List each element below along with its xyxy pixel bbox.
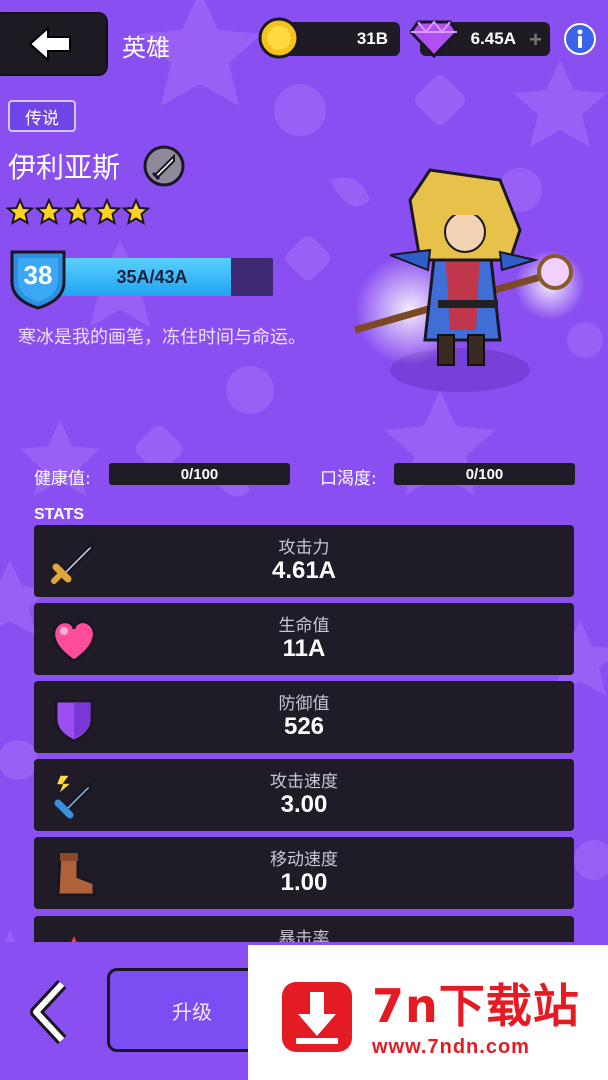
stat-card-move-speed: 移动速度 1.00 [34, 837, 574, 909]
gem-amount: 6.45A [470, 29, 516, 48]
stat-value: 4.61A [271, 557, 337, 584]
stat-value: 1.00 [280, 869, 328, 896]
download-logo-icon [282, 982, 352, 1052]
rarity-badge: 传说 [8, 100, 76, 132]
stat-label: 暴击率 [278, 929, 330, 942]
hero-level: 38 [23, 259, 53, 290]
stat-label: 攻击力 [278, 538, 330, 558]
watermark-brand: 7n下载站 [372, 979, 580, 1033]
stat-card-attack-speed: 攻击速度 3.00 [34, 759, 574, 831]
health-bar: 0/100 [109, 463, 290, 485]
coin-icon [258, 17, 300, 59]
hero-name: 伊利亚斯 [8, 151, 121, 184]
watermark-url: www.7ndn.com [372, 1036, 530, 1058]
info-icon[interactable] [563, 22, 597, 56]
stat-value: 526 [283, 713, 325, 740]
thirst-value: 0/100 [465, 465, 504, 483]
thirst-label: 口渴度: [320, 469, 377, 489]
hero-description: 寒冰是我的画笔，冻住时间与命运。 [18, 327, 306, 348]
star-icon [93, 198, 121, 226]
stat-value: 3.00 [280, 791, 328, 818]
add-gems-icon[interactable]: + [529, 27, 542, 53]
stat-label: 攻击速度 [270, 772, 338, 792]
stat-label: 防御值 [278, 694, 330, 714]
stat-card-health: 生命值 11A [34, 603, 574, 675]
coin-amount: 31B [356, 29, 388, 48]
health-label: 健康值: [34, 469, 91, 489]
thirst-bar: 0/100 [394, 463, 575, 485]
xp-text: 35A/43A [116, 266, 188, 287]
weapon-type-icon [143, 145, 185, 187]
health-value: 0/100 [180, 465, 219, 483]
hero-portrait [354, 168, 585, 392]
back-button[interactable] [0, 12, 108, 76]
page-title: 英雄 [122, 34, 170, 62]
stat-card-defense: 防御值 526 [34, 681, 574, 753]
stat-label: 移动速度 [270, 850, 338, 870]
stat-card-crit: 暴击率 [34, 916, 574, 942]
star-rating [6, 198, 150, 226]
star-icon [122, 198, 150, 226]
back-arrow-icon [28, 27, 71, 61]
star-icon [64, 198, 92, 226]
gem-icon [410, 20, 458, 58]
stat-card-attack: 攻击力 4.61A [34, 525, 574, 597]
stat-card-crit-partial: 暴击率 [34, 916, 574, 942]
stat-label: 生命值 [278, 616, 330, 636]
stat-value: 11A [282, 635, 326, 662]
star-icon [6, 198, 34, 226]
stats-heading: STATS [34, 506, 85, 523]
star-icon [35, 198, 63, 226]
nav-back-chevron-icon[interactable] [28, 980, 72, 1044]
